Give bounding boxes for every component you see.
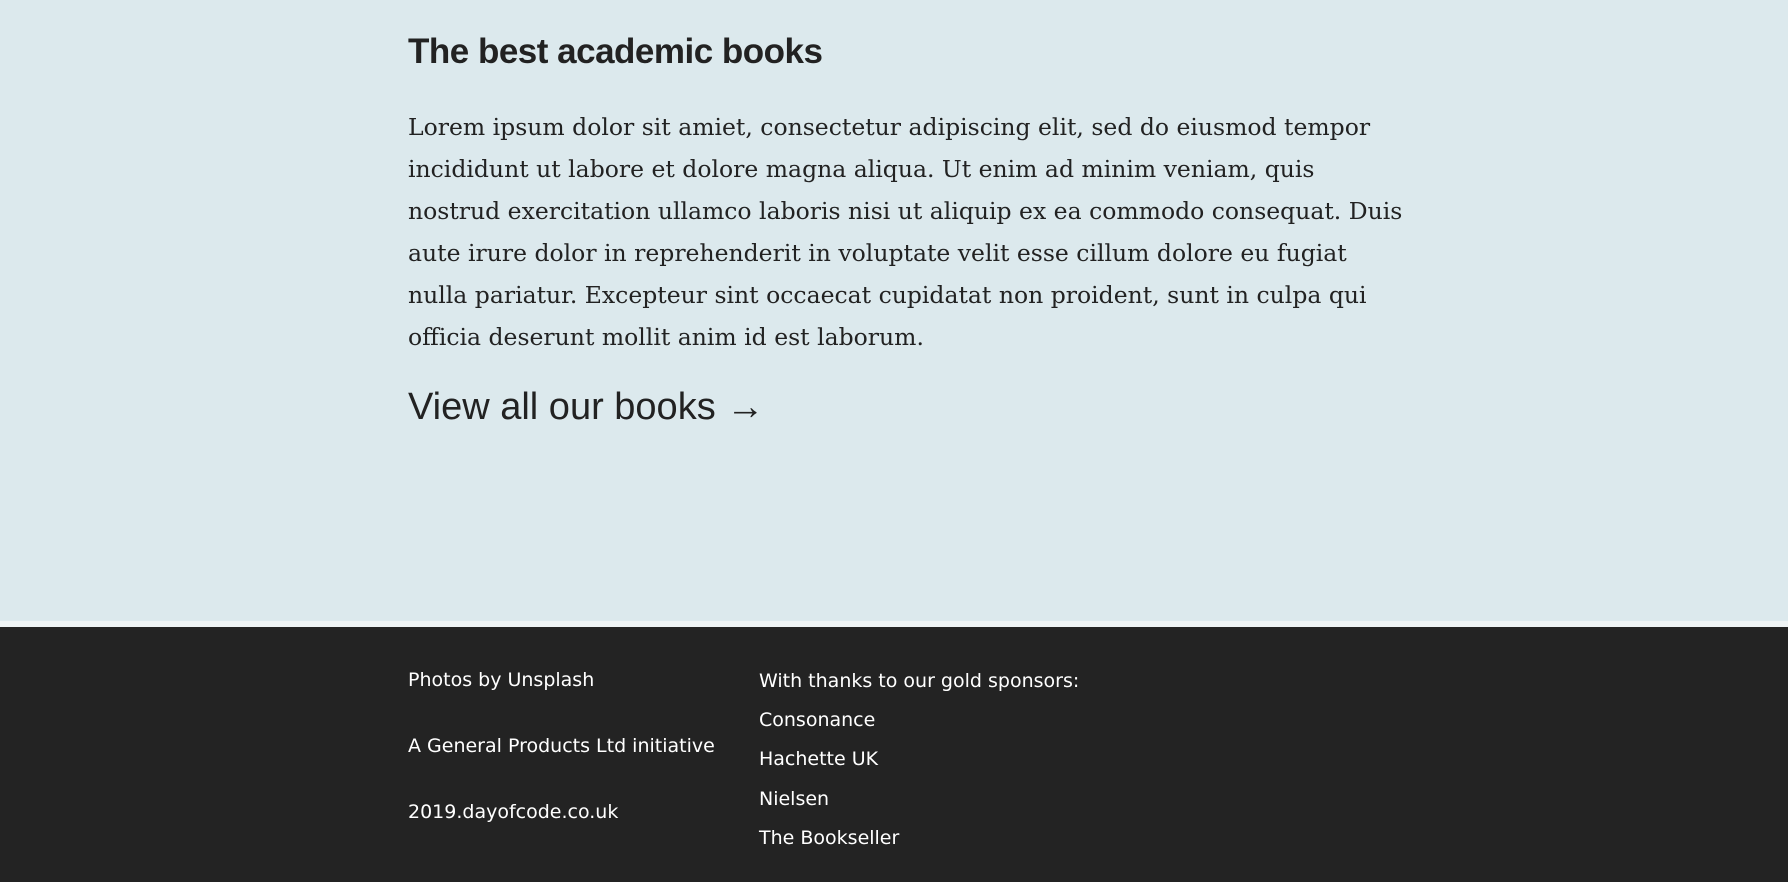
- section-heading: The best academic books: [408, 32, 823, 71]
- initiative-link[interactable]: A General Products Ltd initiative: [408, 734, 715, 758]
- sponsors-heading: With thanks to our gold sponsors:: [759, 670, 1080, 692]
- site-url-link[interactable]: 2019.dayofcode.co.uk: [408, 800, 618, 824]
- sponsor-nielsen-link[interactable]: Nielsen: [759, 787, 829, 811]
- view-all-books-link[interactable]: View all our books →: [408, 386, 764, 429]
- sponsor-bookseller-link[interactable]: The Bookseller: [759, 826, 899, 850]
- intro-paragraph: Lorem ipsum dolor sit amiet, consectetur…: [408, 113, 1403, 351]
- site-footer: Photos by Unsplash A General Products Lt…: [0, 627, 1788, 882]
- main-section: The best academic books Lorem ipsum dolo…: [0, 0, 1788, 621]
- photos-credit-link[interactable]: Photos by Unsplash: [408, 668, 594, 692]
- sponsor-hachette-link[interactable]: Hachette UK: [759, 747, 878, 771]
- sponsor-consonance-link[interactable]: Consonance: [759, 708, 875, 732]
